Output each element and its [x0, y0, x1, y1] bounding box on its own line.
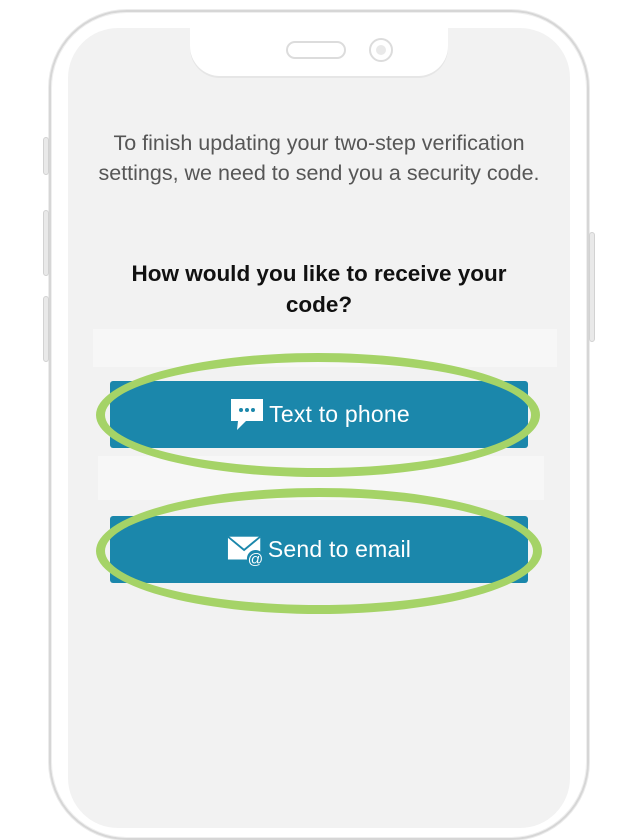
separator-band [98, 456, 544, 500]
text-to-phone-label: Text to phone [269, 401, 410, 427]
send-to-email-label: Send to email [267, 536, 412, 562]
volume-up-button [43, 210, 49, 276]
power-button [589, 232, 595, 342]
phone-notch [190, 28, 448, 76]
send-to-email-button[interactable]: @ Send to email [110, 516, 528, 583]
button-content: @ Send to email [110, 516, 528, 583]
email-at-icon: @ [227, 531, 265, 569]
speaker-icon [286, 41, 346, 59]
chat-bubble-icon [228, 396, 266, 434]
separator-band [93, 329, 557, 367]
svg-text:@: @ [248, 551, 263, 568]
text-to-phone-button[interactable]: Text to phone [110, 381, 528, 448]
button-content: Text to phone [110, 381, 528, 448]
camera-icon [369, 38, 393, 62]
silent-switch [43, 137, 49, 175]
volume-down-button [43, 296, 49, 362]
verification-intro-text: To finish updating your two-step verific… [98, 131, 540, 185]
delivery-method-question: How would you like to receive your code? [131, 261, 507, 317]
